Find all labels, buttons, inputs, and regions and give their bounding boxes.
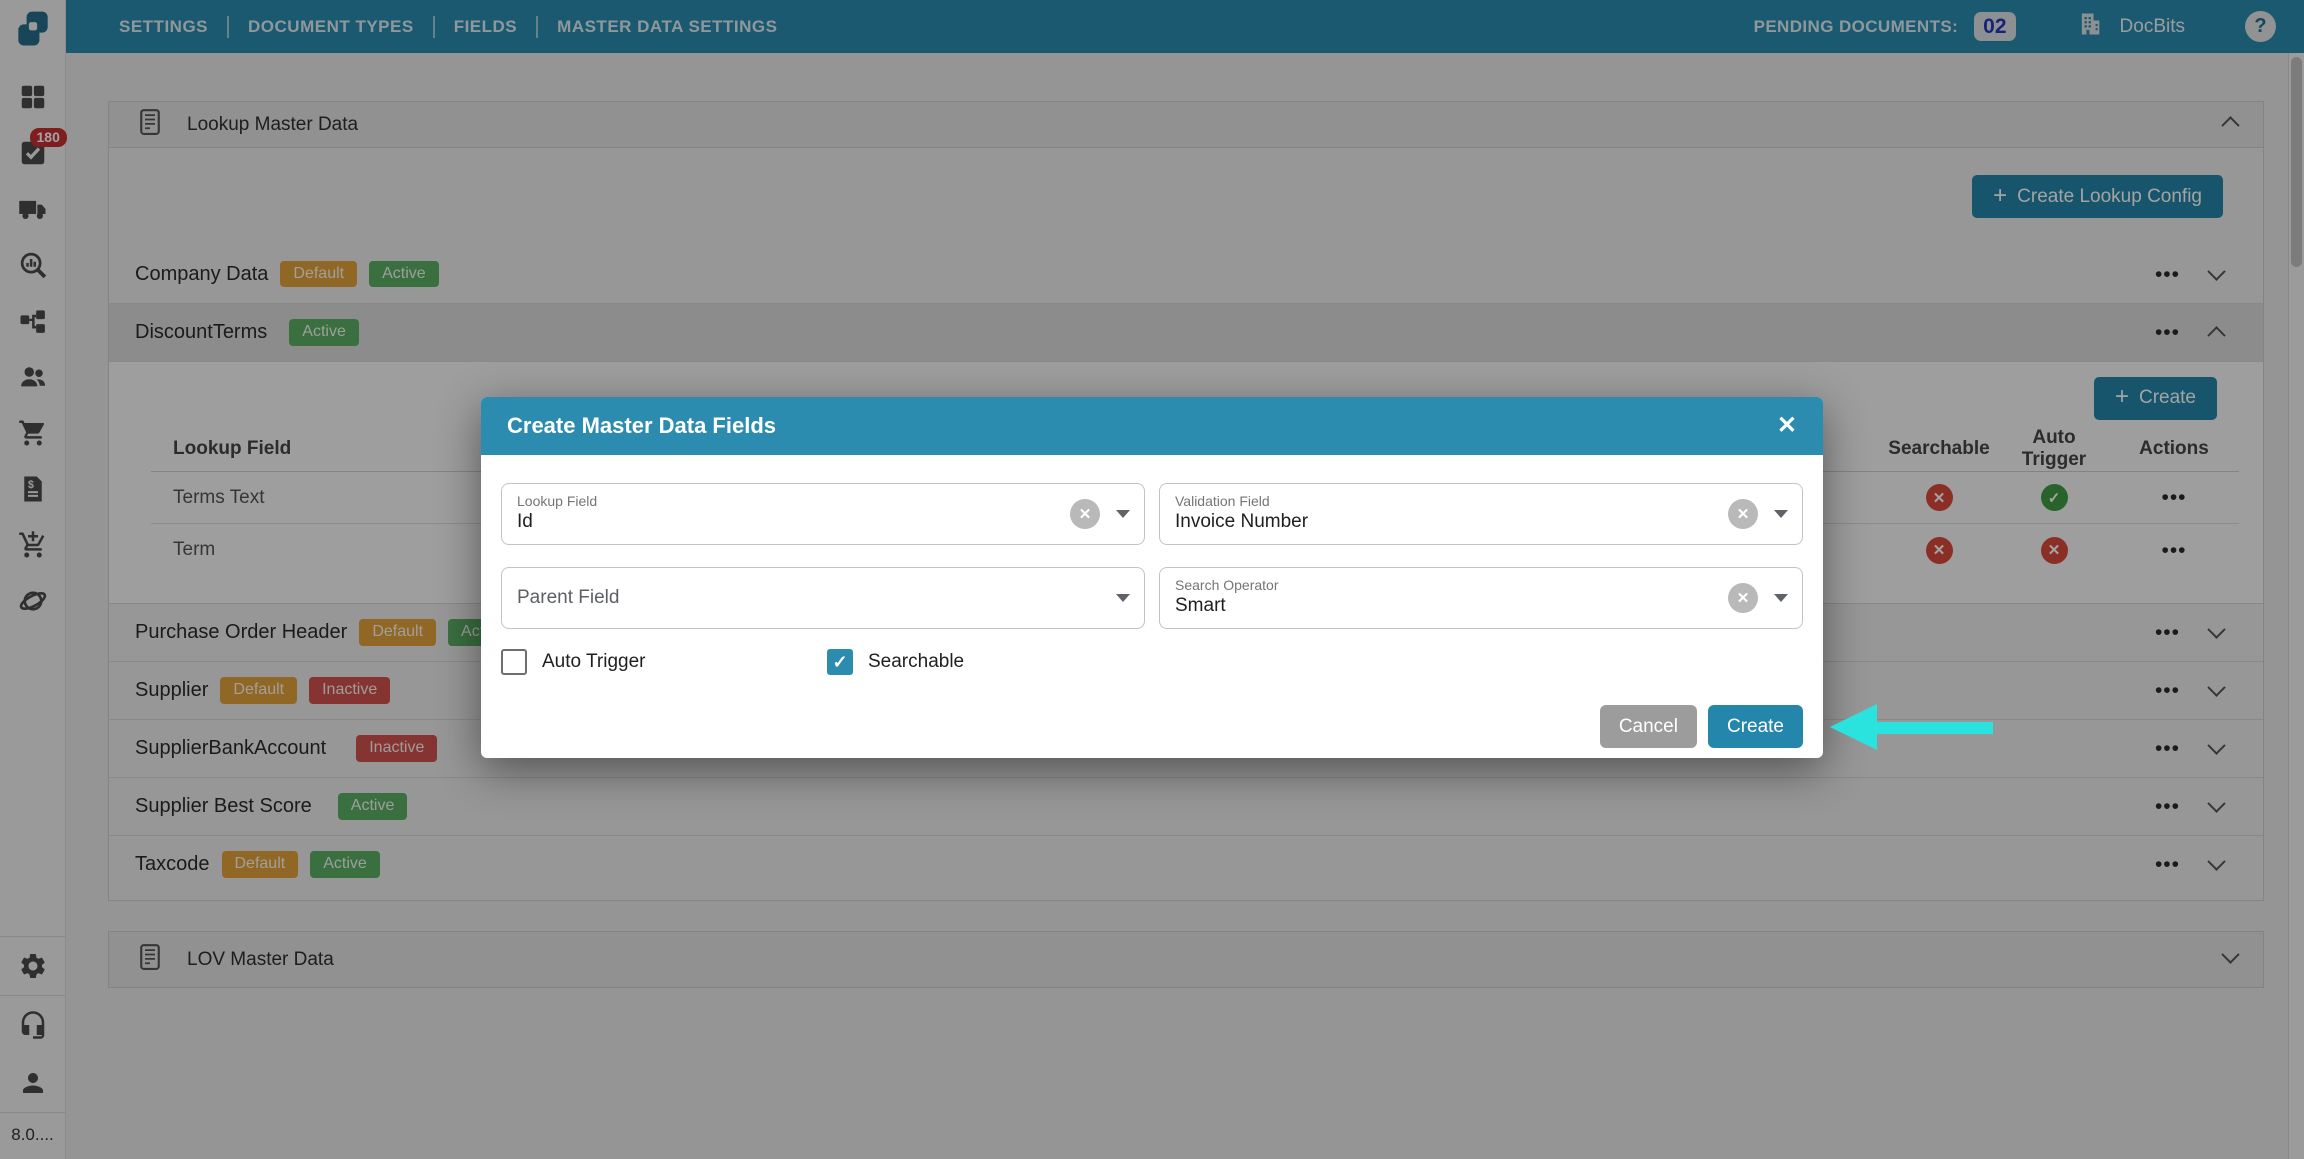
modal-title: Create Master Data Fields [507, 413, 776, 439]
clear-icon[interactable]: ✕ [1728, 499, 1758, 529]
modal-body: Lookup Field Id ✕ Validation Field Invoi… [481, 455, 1823, 629]
create-master-data-fields-modal: Create Master Data Fields ✕ Lookup Field… [481, 397, 1823, 758]
searchable-checkbox[interactable]: ✓ [827, 649, 853, 675]
field-label: Search Operator [1175, 577, 1692, 595]
modal-footer: Cancel Create [1600, 705, 1803, 748]
clear-icon[interactable]: ✕ [1070, 499, 1100, 529]
field-label: Validation Field [1175, 493, 1692, 511]
dropdown-caret-icon[interactable] [1116, 594, 1130, 602]
checkbox-label: Searchable [868, 651, 964, 673]
field-value: Smart [1175, 594, 1692, 619]
modal-header: Create Master Data Fields ✕ [481, 397, 1823, 455]
arrow-head [1830, 704, 1877, 750]
search-operator-select[interactable]: Search Operator Smart ✕ [1159, 567, 1803, 629]
dropdown-caret-icon[interactable] [1774, 510, 1788, 518]
cancel-button[interactable]: Cancel [1600, 705, 1697, 748]
dropdown-caret-icon[interactable] [1774, 594, 1788, 602]
arrow-tail [1875, 722, 1993, 734]
clear-icon[interactable]: ✕ [1728, 583, 1758, 613]
field-placeholder: Parent Field [517, 587, 1034, 609]
validation-field-select[interactable]: Validation Field Invoice Number ✕ [1159, 483, 1803, 545]
app-screen: SETTINGS DOCUMENT TYPES FIELDS MASTER DA… [0, 0, 2304, 1159]
modal-checkbox-row: Auto Trigger ✓ Searchable [481, 649, 1823, 675]
parent-field-select[interactable]: Parent Field [501, 567, 1145, 629]
auto-trigger-checkbox[interactable] [501, 649, 527, 675]
auto-trigger-checkbox-item[interactable]: Auto Trigger [501, 649, 827, 675]
lookup-field-select[interactable]: Lookup Field Id ✕ [501, 483, 1145, 545]
searchable-checkbox-item[interactable]: ✓ Searchable [827, 649, 964, 675]
field-label: Lookup Field [517, 493, 1034, 511]
checkbox-label: Auto Trigger [542, 651, 646, 673]
dropdown-caret-icon[interactable] [1116, 510, 1130, 518]
create-button[interactable]: Create [1708, 705, 1803, 748]
field-value: Id [517, 510, 1034, 535]
close-icon[interactable]: ✕ [1777, 414, 1797, 438]
field-value: Invoice Number [1175, 510, 1692, 535]
